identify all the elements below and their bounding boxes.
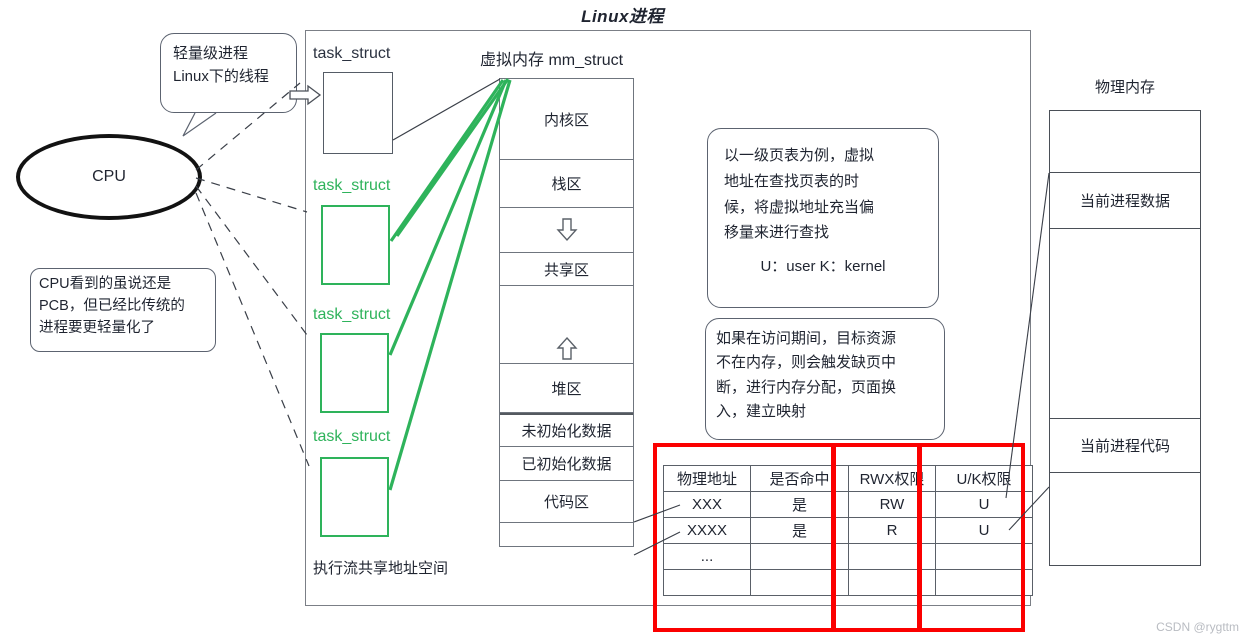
callout-line: 如果在访问期间，目标资源 [716, 330, 897, 347]
task-struct-label-2: task_struct [313, 177, 391, 194]
callout-line: 地址在查找页表的时 [724, 172, 860, 190]
vm-region-label: 已初始化数据 [521, 456, 612, 473]
callout-line: 入，建立映射 [716, 402, 807, 420]
vm-region-bss: 未初始化数据 [500, 413, 633, 447]
arrow-up-icon [555, 336, 578, 360]
exec-flow-label: 执行流共享地址空间 [313, 560, 449, 577]
vm-region-text: 代码区 [500, 481, 633, 523]
vm-region-shared: 共享区 [500, 253, 633, 286]
red-divider-uk [917, 443, 922, 632]
callout-line: 断，进行内存分配，页面换 [716, 378, 897, 396]
task-struct-label-1: task_struct [313, 45, 391, 62]
vm-region-label: 堆区 [551, 380, 582, 398]
phys-cell-process-code: 当前进程代码 [1050, 419, 1200, 473]
virtual-memory-column: 内核区 栈区 共享区 堆区 未初始化数据 已初始化数据 代码区 [499, 78, 634, 547]
callout-line: 进程要更轻量化了 [39, 319, 155, 336]
callout-line: 候，将虚拟地址充当偏 [724, 198, 875, 216]
phys-cell-label: 当前进程代码 [1079, 438, 1170, 455]
vm-region-label: 共享区 [543, 261, 589, 279]
callout-page-fault: 如果在访问期间，目标资源 不在内存，则会触发缺页中 断，进行内存分配，页面换 入… [705, 318, 945, 440]
red-highlight-box [653, 443, 1025, 632]
physical-memory-title: 物理内存 [1094, 79, 1155, 96]
vm-region-heap: 堆区 [500, 364, 633, 413]
vm-region-bottom [500, 523, 633, 546]
callout-pcb: CPU看到的虽说还是 PCB，但已经比传统的 进程要更轻量化了 [30, 268, 216, 352]
task-struct-label-4: task_struct [313, 428, 391, 445]
phys-cell-process-data: 当前进程数据 [1050, 173, 1200, 229]
vm-region-label: 代码区 [543, 494, 589, 511]
phys-cell-empty-3 [1050, 473, 1200, 565]
vm-region-gap-up [500, 286, 633, 364]
task-struct-box-1 [323, 72, 393, 154]
arrow-down-icon [555, 218, 578, 242]
watermark: CSDN @rygttm [1156, 620, 1239, 634]
virtual-memory-title: 虚拟内存 mm_struct [480, 52, 624, 69]
red-divider-rwx [831, 443, 836, 632]
vm-region-label: 未初始化数据 [521, 423, 612, 440]
task-struct-box-2 [321, 205, 390, 285]
callout-line: U：user K：kernel [760, 258, 886, 276]
phys-cell-empty-2 [1050, 229, 1200, 419]
callout-line: 以一级页表为例，虚拟 [724, 147, 875, 164]
vm-region-label: 内核区 [543, 111, 589, 129]
callout-line: 不在内存，则会触发缺页中 [716, 354, 897, 372]
vm-region-data: 已初始化数据 [500, 447, 633, 481]
callout-lightweight-process: 轻量级进程 Linux下的线程 [160, 33, 297, 113]
task-struct-box-4 [320, 457, 389, 537]
dashed-cpu-to-ts2 [195, 177, 308, 213]
phys-cell-empty-1 [1050, 111, 1200, 173]
cpu-label: CPU [92, 168, 126, 185]
bubble-tail-thread [182, 112, 217, 137]
callout-line: 移量来进行查找 [724, 224, 830, 242]
callout-line: CPU看到的虽说还是 [39, 276, 172, 292]
callout-page-table-explain: 以一级页表为例，虚拟 地址在查找页表的时 候，将虚拟地址充当偏 移量来进行查找 … [707, 128, 939, 308]
physical-memory-column: 当前进程数据 当前进程代码 [1049, 110, 1201, 566]
vm-region-gap-down [500, 208, 633, 253]
cpu-node: CPU [16, 134, 202, 220]
callout-line: Linux下的线程 [173, 68, 269, 86]
vm-region-kernel: 内核区 [500, 79, 633, 160]
page-title: Linux进程 [581, 7, 664, 26]
task-struct-label-3: task_struct [313, 306, 391, 323]
vm-region-label: 栈区 [551, 176, 582, 193]
vm-region-stack: 栈区 [500, 160, 633, 208]
callout-line: PCB，但已经比传统的 [39, 297, 185, 314]
callout-line: 轻量级进程 [173, 45, 249, 62]
phys-cell-label: 当前进程数据 [1079, 193, 1170, 210]
task-struct-box-3 [320, 333, 389, 413]
